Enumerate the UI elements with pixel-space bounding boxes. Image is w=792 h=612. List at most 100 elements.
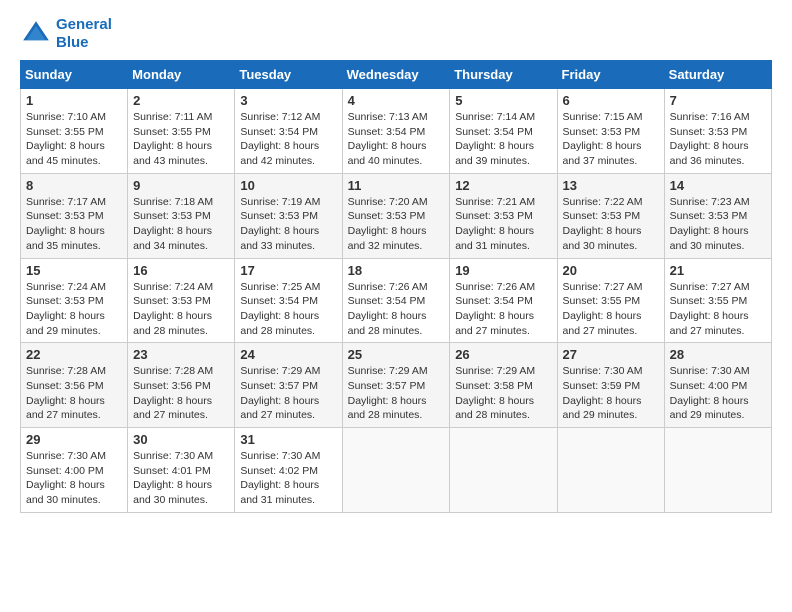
day-cell: 9 Sunrise: 7:18 AM Sunset: 3:53 PM Dayli… (128, 173, 235, 258)
day-number: 26 (455, 347, 551, 362)
day-info: Sunrise: 7:30 AM Sunset: 4:00 PM Dayligh… (670, 365, 750, 421)
week-row-5: 29 Sunrise: 7:30 AM Sunset: 4:00 PM Dayl… (21, 428, 772, 513)
day-info: Sunrise: 7:18 AM Sunset: 3:53 PM Dayligh… (133, 196, 213, 252)
header-thursday: Thursday (450, 61, 557, 89)
day-number: 21 (670, 263, 766, 278)
page-header: General Blue (20, 16, 772, 52)
day-cell (450, 428, 557, 513)
day-cell: 23 Sunrise: 7:28 AM Sunset: 3:56 PM Dayl… (128, 343, 235, 428)
day-number: 4 (348, 93, 445, 108)
day-number: 16 (133, 263, 229, 278)
day-info: Sunrise: 7:24 AM Sunset: 3:53 PM Dayligh… (26, 281, 106, 337)
day-cell: 27 Sunrise: 7:30 AM Sunset: 3:59 PM Dayl… (557, 343, 664, 428)
day-number: 25 (348, 347, 445, 362)
day-cell: 20 Sunrise: 7:27 AM Sunset: 3:55 PM Dayl… (557, 258, 664, 343)
day-info: Sunrise: 7:12 AM Sunset: 3:54 PM Dayligh… (240, 111, 320, 167)
header-friday: Friday (557, 61, 664, 89)
day-number: 13 (563, 178, 659, 193)
day-info: Sunrise: 7:27 AM Sunset: 3:55 PM Dayligh… (563, 281, 643, 337)
header-saturday: Saturday (664, 61, 771, 89)
calendar-table: SundayMondayTuesdayWednesdayThursdayFrid… (20, 60, 772, 513)
day-info: Sunrise: 7:10 AM Sunset: 3:55 PM Dayligh… (26, 111, 106, 167)
week-row-1: 1 Sunrise: 7:10 AM Sunset: 3:55 PM Dayli… (21, 89, 772, 174)
day-cell: 28 Sunrise: 7:30 AM Sunset: 4:00 PM Dayl… (664, 343, 771, 428)
day-info: Sunrise: 7:23 AM Sunset: 3:53 PM Dayligh… (670, 196, 750, 252)
day-cell: 29 Sunrise: 7:30 AM Sunset: 4:00 PM Dayl… (21, 428, 128, 513)
week-row-4: 22 Sunrise: 7:28 AM Sunset: 3:56 PM Dayl… (21, 343, 772, 428)
day-number: 30 (133, 432, 229, 447)
day-number: 29 (26, 432, 122, 447)
day-cell: 31 Sunrise: 7:30 AM Sunset: 4:02 PM Dayl… (235, 428, 342, 513)
day-info: Sunrise: 7:28 AM Sunset: 3:56 PM Dayligh… (26, 365, 106, 421)
day-cell: 19 Sunrise: 7:26 AM Sunset: 3:54 PM Dayl… (450, 258, 557, 343)
day-info: Sunrise: 7:14 AM Sunset: 3:54 PM Dayligh… (455, 111, 535, 167)
day-number: 6 (563, 93, 659, 108)
logo-text: General Blue (56, 16, 112, 52)
day-info: Sunrise: 7:15 AM Sunset: 3:53 PM Dayligh… (563, 111, 643, 167)
day-number: 24 (240, 347, 336, 362)
day-info: Sunrise: 7:29 AM Sunset: 3:57 PM Dayligh… (240, 365, 320, 421)
day-info: Sunrise: 7:27 AM Sunset: 3:55 PM Dayligh… (670, 281, 750, 337)
day-cell: 22 Sunrise: 7:28 AM Sunset: 3:56 PM Dayl… (21, 343, 128, 428)
day-cell: 24 Sunrise: 7:29 AM Sunset: 3:57 PM Dayl… (235, 343, 342, 428)
day-info: Sunrise: 7:29 AM Sunset: 3:58 PM Dayligh… (455, 365, 535, 421)
day-number: 31 (240, 432, 336, 447)
logo: General Blue (20, 16, 112, 52)
day-number: 12 (455, 178, 551, 193)
day-info: Sunrise: 7:25 AM Sunset: 3:54 PM Dayligh… (240, 281, 320, 337)
day-info: Sunrise: 7:22 AM Sunset: 3:53 PM Dayligh… (563, 196, 643, 252)
day-info: Sunrise: 7:26 AM Sunset: 3:54 PM Dayligh… (348, 281, 428, 337)
day-cell: 25 Sunrise: 7:29 AM Sunset: 3:57 PM Dayl… (342, 343, 450, 428)
day-number: 2 (133, 93, 229, 108)
day-info: Sunrise: 7:26 AM Sunset: 3:54 PM Dayligh… (455, 281, 535, 337)
day-number: 22 (26, 347, 122, 362)
header-wednesday: Wednesday (342, 61, 450, 89)
day-number: 7 (670, 93, 766, 108)
day-info: Sunrise: 7:20 AM Sunset: 3:53 PM Dayligh… (348, 196, 428, 252)
day-cell (664, 428, 771, 513)
day-number: 8 (26, 178, 122, 193)
day-info: Sunrise: 7:28 AM Sunset: 3:56 PM Dayligh… (133, 365, 213, 421)
day-number: 27 (563, 347, 659, 362)
day-cell: 4 Sunrise: 7:13 AM Sunset: 3:54 PM Dayli… (342, 89, 450, 174)
week-row-3: 15 Sunrise: 7:24 AM Sunset: 3:53 PM Dayl… (21, 258, 772, 343)
day-number: 15 (26, 263, 122, 278)
day-cell: 18 Sunrise: 7:26 AM Sunset: 3:54 PM Dayl… (342, 258, 450, 343)
day-number: 20 (563, 263, 659, 278)
day-number: 9 (133, 178, 229, 193)
day-cell: 15 Sunrise: 7:24 AM Sunset: 3:53 PM Dayl… (21, 258, 128, 343)
day-cell: 30 Sunrise: 7:30 AM Sunset: 4:01 PM Dayl… (128, 428, 235, 513)
day-info: Sunrise: 7:30 AM Sunset: 3:59 PM Dayligh… (563, 365, 643, 421)
day-cell: 3 Sunrise: 7:12 AM Sunset: 3:54 PM Dayli… (235, 89, 342, 174)
day-number: 14 (670, 178, 766, 193)
day-cell: 5 Sunrise: 7:14 AM Sunset: 3:54 PM Dayli… (450, 89, 557, 174)
day-number: 17 (240, 263, 336, 278)
day-number: 28 (670, 347, 766, 362)
calendar-header-row: SundayMondayTuesdayWednesdayThursdayFrid… (21, 61, 772, 89)
day-cell (342, 428, 450, 513)
day-cell: 21 Sunrise: 7:27 AM Sunset: 3:55 PM Dayl… (664, 258, 771, 343)
day-number: 3 (240, 93, 336, 108)
header-tuesday: Tuesday (235, 61, 342, 89)
logo-icon (20, 18, 52, 50)
day-cell (557, 428, 664, 513)
day-info: Sunrise: 7:29 AM Sunset: 3:57 PM Dayligh… (348, 365, 428, 421)
day-number: 10 (240, 178, 336, 193)
day-number: 11 (348, 178, 445, 193)
day-info: Sunrise: 7:16 AM Sunset: 3:53 PM Dayligh… (670, 111, 750, 167)
week-row-2: 8 Sunrise: 7:17 AM Sunset: 3:53 PM Dayli… (21, 173, 772, 258)
day-info: Sunrise: 7:17 AM Sunset: 3:53 PM Dayligh… (26, 196, 106, 252)
day-info: Sunrise: 7:21 AM Sunset: 3:53 PM Dayligh… (455, 196, 535, 252)
header-sunday: Sunday (21, 61, 128, 89)
day-cell: 2 Sunrise: 7:11 AM Sunset: 3:55 PM Dayli… (128, 89, 235, 174)
day-cell: 16 Sunrise: 7:24 AM Sunset: 3:53 PM Dayl… (128, 258, 235, 343)
day-cell: 17 Sunrise: 7:25 AM Sunset: 3:54 PM Dayl… (235, 258, 342, 343)
day-cell: 11 Sunrise: 7:20 AM Sunset: 3:53 PM Dayl… (342, 173, 450, 258)
day-number: 19 (455, 263, 551, 278)
day-info: Sunrise: 7:11 AM Sunset: 3:55 PM Dayligh… (133, 111, 212, 167)
day-cell: 1 Sunrise: 7:10 AM Sunset: 3:55 PM Dayli… (21, 89, 128, 174)
day-info: Sunrise: 7:24 AM Sunset: 3:53 PM Dayligh… (133, 281, 213, 337)
day-cell: 26 Sunrise: 7:29 AM Sunset: 3:58 PM Dayl… (450, 343, 557, 428)
day-info: Sunrise: 7:30 AM Sunset: 4:00 PM Dayligh… (26, 450, 106, 506)
day-cell: 13 Sunrise: 7:22 AM Sunset: 3:53 PM Dayl… (557, 173, 664, 258)
